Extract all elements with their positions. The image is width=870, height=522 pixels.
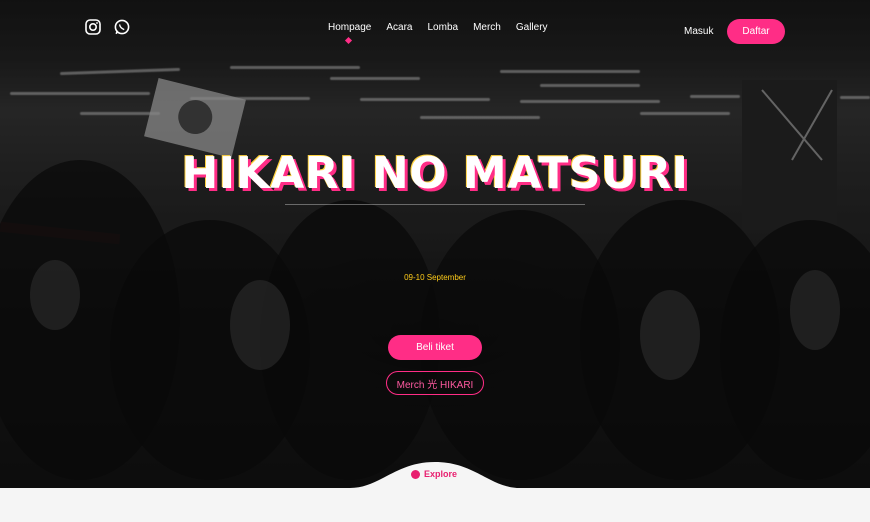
event-date: 09-10 September <box>404 273 466 282</box>
nav-item-hompage[interactable]: Hompage <box>328 22 371 33</box>
nav-item-merch[interactable]: Merch <box>473 22 501 33</box>
title-divider <box>285 204 585 205</box>
bottom-wave <box>0 462 870 522</box>
explore-button[interactable]: Explore <box>411 469 457 479</box>
hero-section <box>0 0 870 488</box>
whatsapp-icon[interactable] <box>113 18 131 36</box>
merch-button[interactable]: Merch 光 HIKARI <box>386 371 484 395</box>
compass-icon <box>411 469 420 479</box>
main-nav: Hompage Acara Lomba Merch Gallery <box>328 22 548 33</box>
register-button[interactable]: Daftar <box>727 19 785 44</box>
instagram-icon[interactable] <box>84 18 102 36</box>
hero-dark-overlay <box>0 0 870 488</box>
active-nav-indicator <box>344 36 353 45</box>
hero-title: HIKARI NO MATSURI <box>181 148 689 199</box>
nav-item-gallery[interactable]: Gallery <box>516 22 548 33</box>
buy-ticket-button[interactable]: Beli tiket <box>388 335 482 360</box>
explore-label: Explore <box>424 469 458 479</box>
top-navbar: Hompage Acara Lomba Merch Gallery Masuk … <box>0 0 870 70</box>
nav-item-lomba[interactable]: Lomba <box>427 22 458 33</box>
login-link[interactable]: Masuk <box>684 26 713 37</box>
nav-item-acara[interactable]: Acara <box>386 22 412 33</box>
